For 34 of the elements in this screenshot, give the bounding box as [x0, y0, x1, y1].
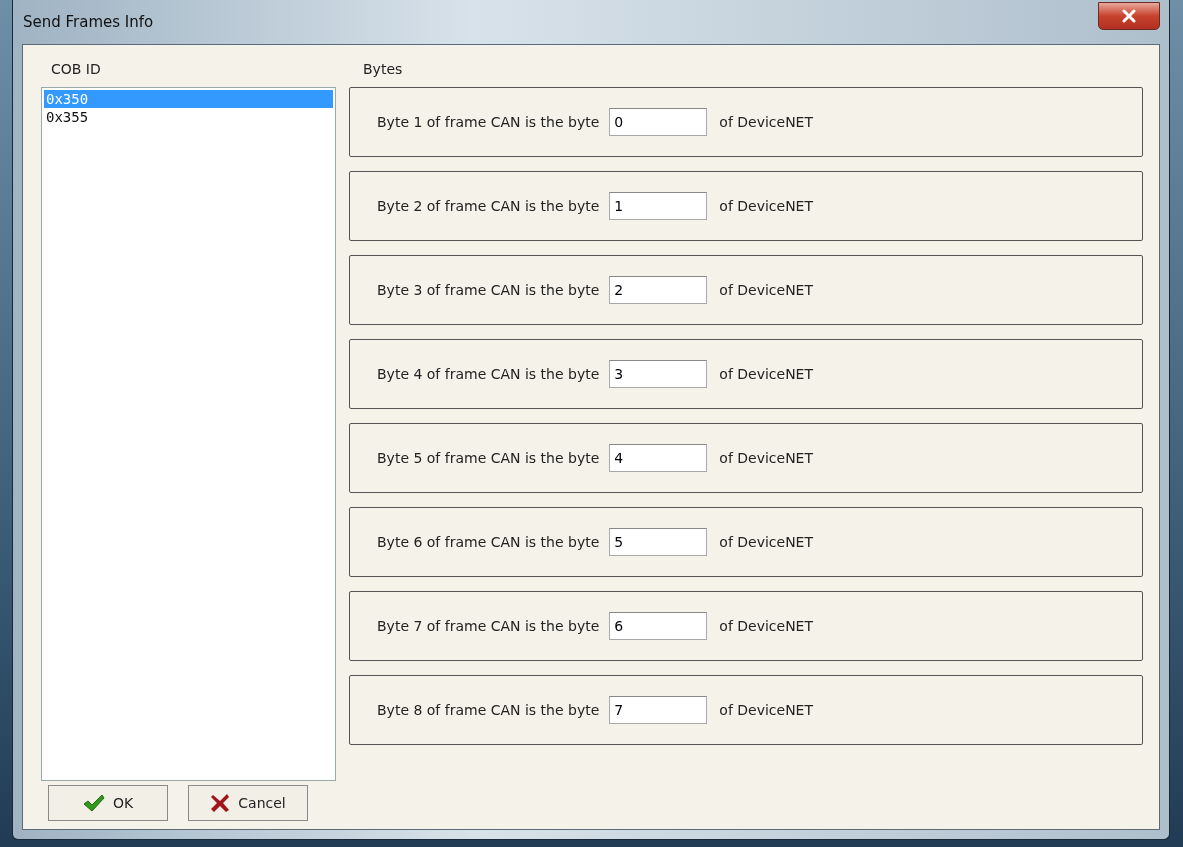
byte-suffix: of DeviceNET — [719, 282, 814, 298]
byte-label: Byte 7 of frame CAN is the byte — [377, 618, 600, 634]
byte-input[interactable]: 4 — [609, 444, 708, 472]
byte-suffix: of DeviceNET — [719, 618, 814, 634]
byte-input[interactable]: 3 — [609, 360, 708, 388]
byte-input[interactable]: 0 — [609, 108, 708, 136]
bytes-label: Bytes — [362, 60, 404, 79]
close-button[interactable] — [1098, 2, 1160, 30]
byte-label: Byte 8 of frame CAN is the byte — [377, 702, 600, 718]
check-icon — [82, 794, 105, 812]
cob-id-label: COB ID — [50, 60, 102, 79]
close-icon — [1121, 9, 1137, 23]
byte-input[interactable]: 7 — [609, 696, 708, 724]
cancel-button[interactable]: Cancel — [188, 785, 308, 821]
byte-suffix: of DeviceNET — [719, 534, 814, 550]
byte-label: Byte 4 of frame CAN is the byte — [377, 366, 600, 382]
byte-input[interactable]: 6 — [609, 612, 708, 640]
byte-input[interactable]: 5 — [609, 528, 708, 556]
byte-label: Byte 5 of frame CAN is the byte — [377, 450, 600, 466]
ok-button[interactable]: OK — [48, 785, 168, 821]
byte-input[interactable]: 1 — [609, 192, 708, 220]
byte-label: Byte 2 of frame CAN is the byte — [377, 198, 600, 214]
byte-input[interactable]: 2 — [609, 276, 708, 304]
byte-label: Byte 3 of frame CAN is the byte — [377, 282, 600, 298]
byte-suffix: of DeviceNET — [719, 198, 814, 214]
byte-suffix: of DeviceNET — [719, 114, 814, 130]
window-title: Send Frames Info — [22, 13, 154, 31]
byte-suffix: of DeviceNET — [719, 366, 814, 382]
cross-icon — [210, 793, 231, 813]
byte-suffix: of DeviceNET — [719, 450, 814, 466]
byte-label: Byte 6 of frame CAN is the byte — [377, 534, 600, 550]
byte-suffix: of DeviceNET — [719, 702, 814, 718]
byte-label: Byte 1 of frame CAN is the byte — [377, 114, 600, 130]
list-item[interactable]: 0x355 — [44, 108, 333, 126]
